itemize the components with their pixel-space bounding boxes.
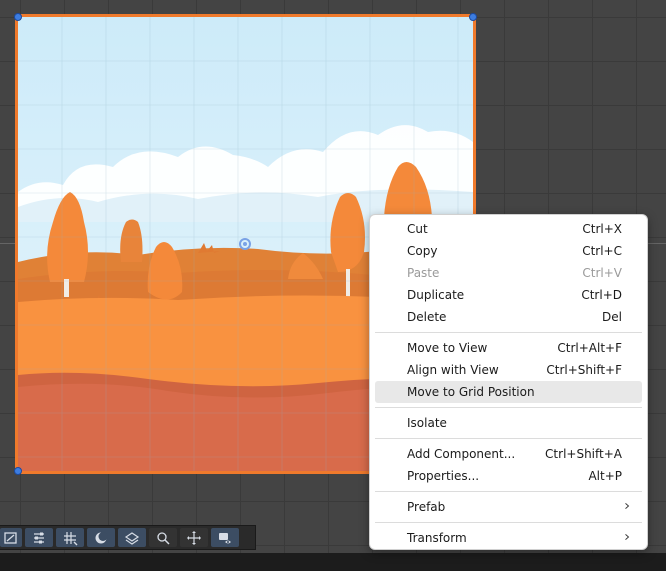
search-zoom-button[interactable]	[149, 528, 177, 547]
menu-item-label: Prefab	[407, 500, 446, 514]
status-bar	[0, 553, 666, 571]
menu-item-paste[interactable]: Paste Ctrl+V	[375, 262, 642, 284]
transform-gizmo-button[interactable]	[0, 528, 22, 547]
grid-snap-icon	[64, 531, 78, 545]
menu-separator	[375, 491, 642, 492]
move-arrows-icon	[187, 530, 201, 545]
sliders-button[interactable]	[25, 528, 53, 547]
menu-item-label: Paste	[407, 266, 440, 280]
menu-item-cut[interactable]: Cut Ctrl+X	[375, 218, 642, 240]
menu-item-label: Align with View	[407, 363, 499, 377]
menu-item-label: Duplicate	[407, 288, 465, 302]
menu-separator	[375, 438, 642, 439]
menu-separator	[375, 522, 642, 523]
menu-item-shortcut: Ctrl+D	[581, 288, 622, 302]
menu-item-label: Add Component...	[407, 447, 516, 461]
sliders-icon	[34, 532, 44, 543]
search-zoom-icon	[157, 531, 170, 545]
pivot-handle[interactable]	[239, 238, 251, 250]
menu-item-label: Delete	[407, 310, 447, 324]
menu-item-move-to-view[interactable]: Move to View Ctrl+Alt+F	[375, 337, 642, 359]
menu-item-label: Isolate	[407, 416, 447, 430]
resize-handle-top-right[interactable]	[469, 13, 477, 21]
camera-eye-button[interactable]	[211, 528, 239, 547]
menu-item-transform[interactable]: Transform	[375, 527, 642, 549]
menu-item-properties[interactable]: Properties... Alt+P	[375, 465, 642, 487]
menu-item-shortcut: Alt+P	[588, 469, 622, 483]
transform-gizmo-icon	[4, 531, 17, 544]
layers-button[interactable]	[118, 528, 146, 547]
grid-snap-button[interactable]	[56, 528, 84, 547]
context-menu: Cut Ctrl+X Copy Ctrl+C Paste Ctrl+V Dupl…	[369, 214, 648, 550]
menu-item-isolate[interactable]: Isolate	[375, 412, 642, 434]
chevron-right-icon	[625, 534, 630, 540]
layers-icon	[124, 531, 140, 545]
menu-item-shortcut: Ctrl+V	[582, 266, 622, 280]
menu-item-delete[interactable]: Delete Del	[375, 306, 642, 328]
menu-item-prefab[interactable]: Prefab	[375, 496, 642, 518]
resize-handle-top-left[interactable]	[14, 13, 22, 21]
chevron-right-icon	[625, 503, 630, 509]
menu-item-shortcut: Del	[602, 310, 622, 324]
menu-item-label: Copy	[407, 244, 438, 258]
menu-item-label: Move to Grid Position	[407, 385, 535, 399]
scene-toolbar	[0, 525, 256, 550]
lighting-button[interactable]	[87, 528, 115, 547]
move-arrows-button[interactable]	[180, 528, 208, 547]
menu-item-shortcut: Ctrl+Alt+F	[557, 341, 622, 355]
menu-item-shortcut: Ctrl+X	[582, 222, 622, 236]
menu-separator	[375, 407, 642, 408]
menu-item-label: Properties...	[407, 469, 480, 483]
menu-item-add-component[interactable]: Add Component... Ctrl+Shift+A	[375, 443, 642, 465]
menu-item-label: Cut	[407, 222, 428, 236]
lighting-moon-icon	[95, 531, 108, 543]
menu-item-align-with-view[interactable]: Align with View Ctrl+Shift+F	[375, 359, 642, 381]
menu-item-copy[interactable]: Copy Ctrl+C	[375, 240, 642, 262]
menu-item-shortcut: Ctrl+C	[582, 244, 622, 258]
menu-item-label: Move to View	[407, 341, 488, 355]
resize-handle-bottom-left[interactable]	[14, 467, 22, 475]
menu-item-duplicate[interactable]: Duplicate Ctrl+D	[375, 284, 642, 306]
menu-item-shortcut: Ctrl+Shift+F	[546, 363, 622, 377]
menu-separator	[375, 332, 642, 333]
menu-item-shortcut: Ctrl+Shift+A	[545, 447, 622, 461]
camera-eye-icon	[219, 532, 231, 543]
menu-item-label: Transform	[407, 531, 467, 545]
menu-item-move-to-grid-position[interactable]: Move to Grid Position	[375, 381, 642, 403]
